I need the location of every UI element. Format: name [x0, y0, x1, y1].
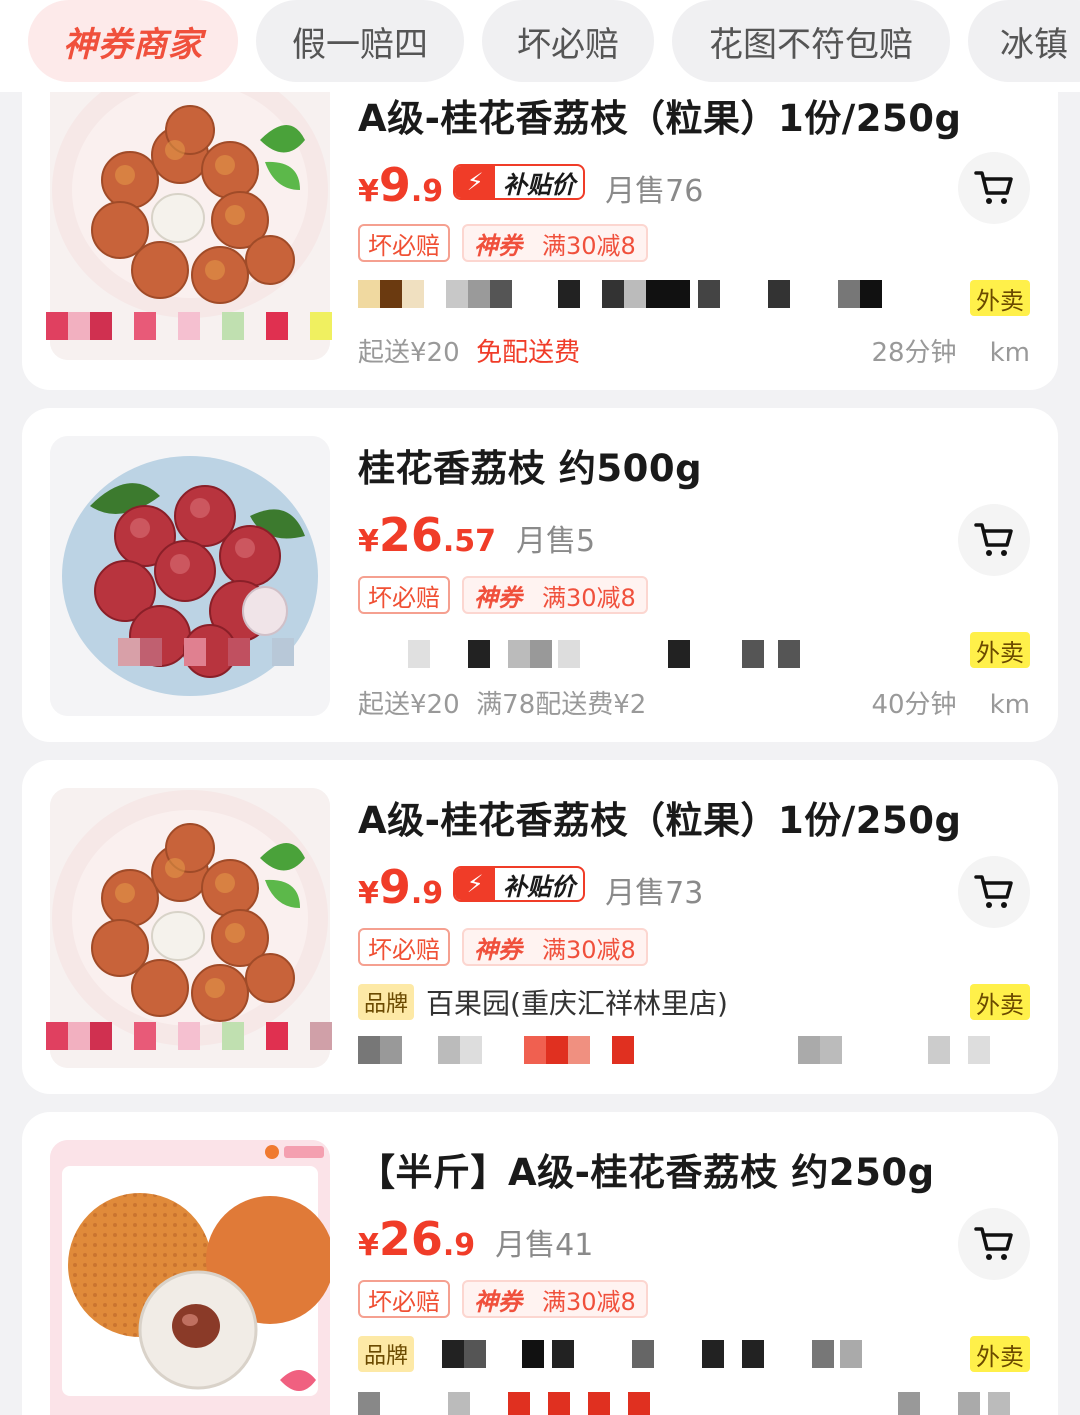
add-to-cart-button[interactable] — [958, 152, 1030, 224]
shopping-cart-icon — [974, 171, 1013, 204]
shopping-cart-icon — [974, 523, 1013, 556]
image-watermark-mosaic — [118, 638, 318, 666]
delivery-tag: 外卖 — [970, 632, 1030, 668]
shopping-cart-icon — [974, 1227, 1013, 1260]
price-row: ¥26.9 月售41 — [358, 1212, 593, 1272]
brand-tag: 品牌 — [358, 984, 415, 1020]
price: ¥26.9 — [358, 1212, 476, 1266]
monthly-sales: 月售5 — [516, 524, 596, 559]
delivery-tag: 外卖 — [970, 1336, 1030, 1372]
product-card[interactable]: 桂花香荔枝 约500g ¥26.57 月售5 坏必赔 神券 满30减8 外卖 起送… — [22, 408, 1058, 742]
shop-row[interactable]: 品牌 — [358, 1334, 415, 1374]
price-row: ¥9.9 ⚡ 补贴价 月售76 — [358, 158, 703, 218]
delivery-meta-mosaic — [358, 1036, 998, 1064]
product-card[interactable]: A级-桂花香荔枝（粒果）1份/250g ¥9.9 ⚡ 补贴价 月售73 坏必赔 神… — [22, 760, 1058, 1094]
price-row: ¥9.9 ⚡ 补贴价 月售73 — [358, 860, 703, 920]
price: ¥26.57 — [358, 508, 497, 562]
guarantee-tag: 坏必赔 — [358, 224, 450, 262]
price-row: ¥26.57 月售5 — [358, 508, 595, 568]
coupon-tag: 神券 满30减8 — [462, 224, 648, 262]
product-title[interactable]: 【半斤】A级-桂花香荔枝 约250g — [358, 1142, 935, 1196]
coupon-tag: 神券 满30减8 — [462, 576, 648, 614]
tags-row: 坏必赔 神券 满30减8 — [358, 928, 648, 966]
shopping-cart-icon — [974, 875, 1013, 908]
add-to-cart-button[interactable] — [958, 1208, 1030, 1280]
monthly-sales: 月售73 — [605, 876, 704, 911]
product-title[interactable]: A级-桂花香荔枝（粒果）1份/250g — [358, 790, 961, 844]
product-image — [50, 436, 330, 716]
guarantee-tag: 坏必赔 — [358, 1280, 450, 1318]
brand-tag: 品牌 — [358, 1336, 415, 1372]
tags-row: 坏必赔 神券 满30减8 — [358, 576, 648, 614]
add-to-cart-button[interactable] — [958, 856, 1030, 928]
add-to-cart-button[interactable] — [958, 504, 1030, 576]
lightning-bolt-icon: ⚡ — [455, 166, 496, 198]
filter-chip-chilled[interactable]: 冰镇 — [968, 0, 1080, 82]
tags-row: 坏必赔 神券 满30减8 — [358, 224, 648, 262]
filter-chip-coupon-merchant[interactable]: 神券商家 — [28, 0, 238, 82]
price: ¥9.9 — [358, 860, 444, 914]
image-watermark-mosaic — [46, 312, 336, 340]
product-card[interactable]: A级-桂花香荔枝（粒果）1份/250g ¥9.9 ⚡ 补贴价 月售76 坏必赔 神… — [22, 60, 1058, 390]
shop-info-mosaic — [358, 640, 838, 668]
product-card[interactable]: 【半斤】A级-桂花香荔枝 约250g ¥26.9 月售41 坏必赔 神券 满30减… — [22, 1112, 1058, 1415]
filter-chip-photo-mismatch[interactable]: 花图不符包赔 — [672, 0, 950, 82]
shop-row[interactable]: 品牌 百果园(重庆汇祥林里店) — [358, 982, 728, 1022]
delivery-tag: 外卖 — [970, 280, 1030, 316]
shop-info-mosaic — [442, 1340, 862, 1368]
delivery-meta: 起送¥20 满78配送费¥2 40分钟 km — [358, 690, 1030, 720]
price: ¥9.9 — [358, 158, 444, 212]
shop-name[interactable]: 百果园(重庆汇祥林里店) — [426, 982, 728, 1022]
tags-row: 坏必赔 神券 满30减8 — [358, 1280, 648, 1318]
filter-chip-bad-compensate[interactable]: 坏必赔 — [482, 0, 654, 82]
guarantee-tag: 坏必赔 — [358, 928, 450, 966]
product-title[interactable]: 桂花香荔枝 约500g — [358, 438, 702, 492]
shop-info-mosaic — [358, 280, 882, 308]
monthly-sales: 月售41 — [495, 1228, 594, 1263]
filter-bar: 神券商家 假一赔四 坏必赔 花图不符包赔 冰镇 — [0, 0, 1080, 92]
product-image — [50, 1140, 330, 1415]
filter-chip-fake-compensate[interactable]: 假一赔四 — [256, 0, 464, 82]
subsidy-price-badge: ⚡ 补贴价 — [453, 866, 586, 902]
delivery-tag: 外卖 — [970, 984, 1030, 1020]
coupon-tag: 神券 满30减8 — [462, 928, 648, 966]
delivery-meta: 起送¥20 免配送费 28分钟 km — [358, 338, 1030, 368]
monthly-sales: 月售76 — [605, 174, 704, 209]
subsidy-price-badge: ⚡ 补贴价 — [453, 164, 586, 200]
coupon-tag: 神券 满30减8 — [462, 1280, 648, 1318]
guarantee-tag: 坏必赔 — [358, 576, 450, 614]
product-title[interactable]: A级-桂花香荔枝（粒果）1份/250g — [358, 88, 961, 142]
delivery-meta-mosaic — [358, 1392, 1018, 1415]
image-watermark-mosaic — [46, 1022, 336, 1050]
lightning-bolt-icon: ⚡ — [455, 868, 496, 900]
